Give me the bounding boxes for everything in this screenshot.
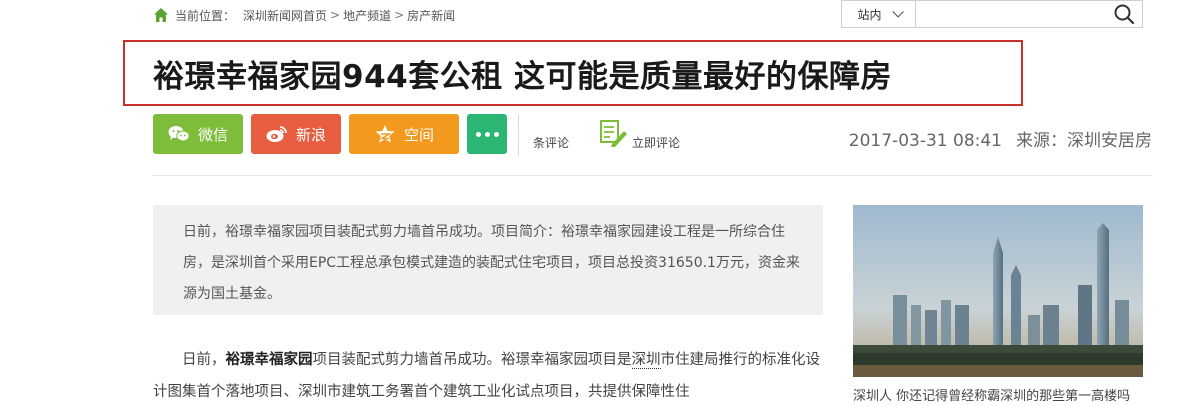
breadcrumb-separator: > [330, 8, 341, 22]
article-source: 来源：深圳安居房 [1016, 131, 1152, 151]
article-title: 裕璟幸福家园944套公租 这可能是质量最好的保障房 [153, 58, 892, 95]
wechat-icon [168, 126, 190, 142]
paragraph-text: 项目装配式剪力墙首吊成功。裕璟幸福家园项目是 [312, 352, 632, 368]
breadcrumb-link-realestate[interactable]: 地产频道 [343, 7, 391, 24]
article-summary: 日前，裕璟幸福家园项目装配式剪力墙首吊成功。项目简介：裕璟幸福家园建设工程是一所… [153, 205, 823, 315]
search-scope-select[interactable]: 站内 [842, 1, 916, 27]
search-button[interactable] [1106, 1, 1142, 27]
article-meta: 2017-03-31 08:41 来源：深圳安居房 [849, 126, 1152, 151]
sidebar-image[interactable] [853, 205, 1143, 377]
star-icon [375, 125, 395, 143]
share-qzone-label: 空间 [403, 125, 434, 144]
city-skyline-image [853, 205, 1143, 377]
share-weibo-button[interactable]: 新浪 [251, 114, 341, 154]
chevron-down-icon [891, 6, 904, 18]
sidebar-image-caption[interactable]: 深圳人 你还记得曾经称霸深圳的那些第一高楼吗 [853, 385, 1130, 404]
share-wechat-label: 微信 [197, 125, 228, 144]
breadcrumb: 当前位置： 深圳新闻网首页 > 地产频道 > 房产新闻 [153, 5, 455, 25]
paragraph-text: 日前， [182, 352, 226, 368]
share-weibo-label: 新浪 [295, 125, 326, 144]
article-paragraph: 日前，裕璟幸福家园项目装配式剪力墙首吊成功。裕璟幸福家园项目是深圳市住建局推行的… [153, 344, 823, 406]
search-input[interactable] [916, 1, 1106, 27]
share-more-button[interactable] [467, 114, 507, 154]
keyword-link[interactable]: 深圳 [631, 352, 661, 369]
share-qzone-button[interactable]: 空间 [349, 114, 459, 154]
home-icon[interactable] [153, 7, 169, 23]
publish-datetime: 2017-03-31 08:41 [848, 131, 1002, 151]
comment-edit-icon[interactable] [598, 118, 628, 148]
search-icon [1114, 4, 1135, 25]
divider [518, 114, 519, 156]
bold-keyword: 裕璟幸福家园 [225, 352, 313, 368]
breadcrumb-separator: > [394, 8, 405, 22]
site-search: 站内 [841, 0, 1143, 28]
article-body: 日前，裕璟幸福家园项目装配式剪力墙首吊成功。裕璟幸福家园项目是深圳市住建局推行的… [153, 344, 823, 406]
breadcrumb-link-home[interactable]: 深圳新闻网首页 [243, 7, 327, 24]
weibo-icon [266, 126, 287, 142]
share-wechat-button[interactable]: 微信 [153, 114, 243, 154]
breadcrumb-link-news[interactable]: 房产新闻 [407, 7, 455, 24]
more-icon [475, 131, 499, 137]
breadcrumb-label: 当前位置： [175, 8, 236, 23]
comment-now-link[interactable]: 立即评论 [632, 134, 680, 151]
article-title-box: 裕璟幸福家园944套公租 这可能是质量最好的保障房 [123, 40, 1023, 106]
divider [153, 175, 1152, 176]
search-scope-label: 站内 [857, 7, 882, 22]
comment-count[interactable]: 条评论 [533, 134, 569, 151]
